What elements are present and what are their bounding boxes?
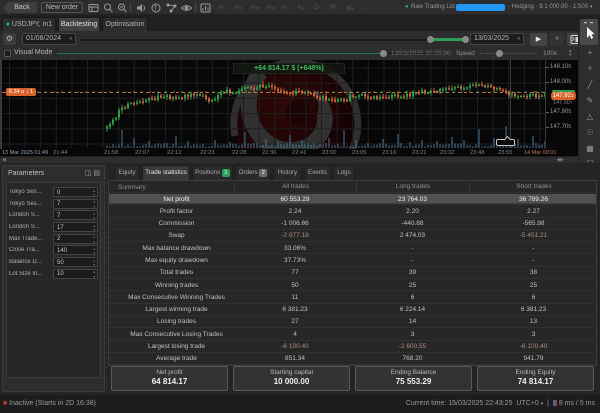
svg-text:f: f	[155, 6, 157, 13]
